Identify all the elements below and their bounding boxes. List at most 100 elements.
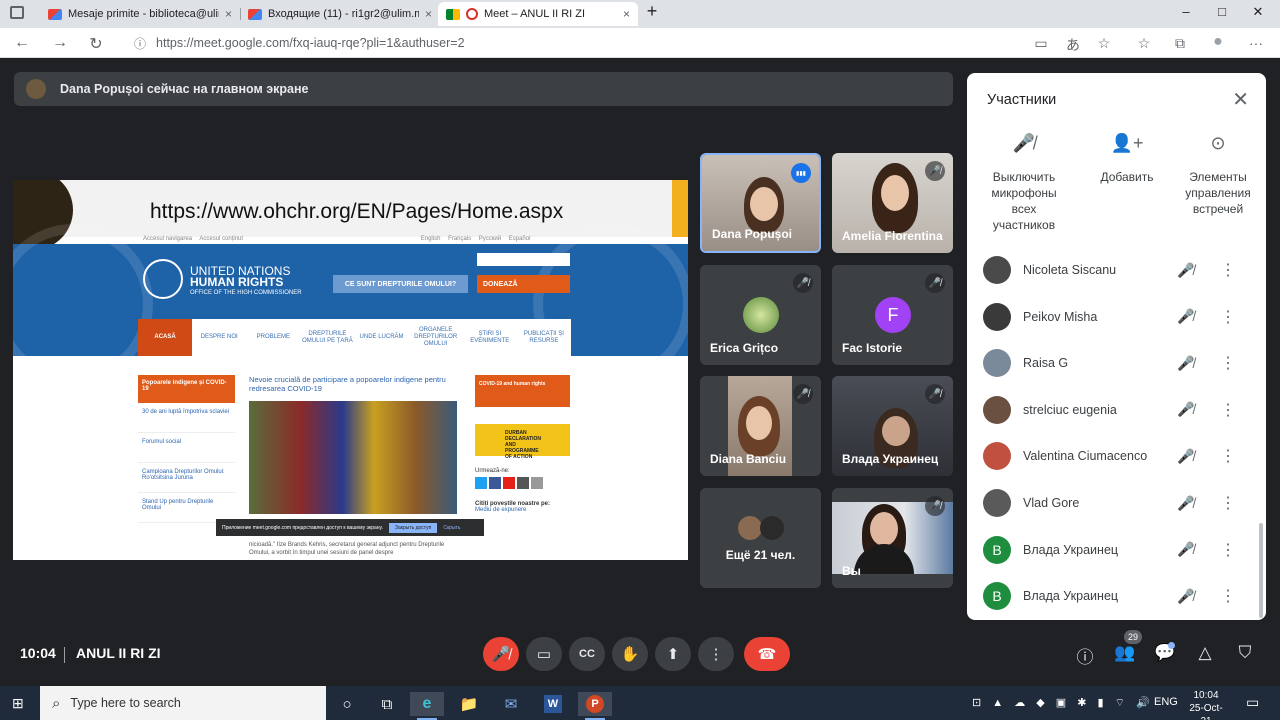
participant-row[interactable]: strelciuc eugenia 🎤̸ ⋮: [967, 387, 1266, 433]
tab-meet[interactable]: Meet – ANUL II RI ZI ×: [438, 2, 638, 26]
tab-actions-icon[interactable]: [10, 6, 24, 19]
notifications-icon[interactable]: ▭: [1246, 694, 1259, 711]
taskbar-search-box[interactable]: ⌕ Type here to search: [40, 686, 326, 720]
file-explorer-icon[interactable]: 📁: [452, 692, 486, 716]
participant-avatar: F: [875, 297, 911, 333]
mail-icon[interactable]: ✉: [494, 692, 528, 716]
tab-gmail-inbox[interactable]: Входящие (11) - ri1gr2@ulim.md ×: [240, 2, 440, 26]
tab-gmail-biblioteca[interactable]: Mesaje primite - biblioteca@ulim.md ×: [40, 2, 240, 26]
reload-button[interactable]: ↻: [86, 34, 106, 54]
maximize-button[interactable]: □: [1207, 4, 1237, 19]
more-options-button[interactable]: ⋮: [698, 637, 734, 671]
more-vert-icon[interactable]: ⋮: [1220, 400, 1236, 420]
raise-hand-button[interactable]: ✋: [612, 637, 648, 671]
mic-off-icon[interactable]: 🎤̸: [1177, 495, 1194, 512]
people-icon[interactable]: 👥: [1112, 643, 1138, 663]
leave-call-button[interactable]: ☎: [744, 637, 790, 671]
activities-icon[interactable]: △: [1192, 643, 1218, 663]
minimize-button[interactable]: –: [1171, 4, 1201, 19]
mic-off-icon[interactable]: 🎤̸: [1177, 588, 1194, 605]
self-tile[interactable]: 🎤̸ Вы: [832, 488, 953, 588]
close-window-button[interactable]: ✕: [1243, 4, 1273, 20]
participant-row[interactable]: B Влада Украинец 🎤̸ ⋮: [967, 573, 1266, 619]
participant-name: Erica Grițco: [710, 341, 779, 355]
language-indicator[interactable]: ENG: [1154, 696, 1178, 708]
forward-button[interactable]: →: [50, 34, 70, 52]
participant-tile[interactable]: 🎤̸ Erica Grițco: [700, 265, 821, 365]
windows-start-icon[interactable]: ⊞: [12, 695, 24, 712]
settings-menu-icon[interactable]: ···: [1247, 35, 1265, 51]
mic-off-icon[interactable]: 🎤̸: [1177, 541, 1194, 558]
speaking-indicator-icon: ▮▮▮: [791, 163, 811, 183]
tab-close-icon[interactable]: ×: [623, 7, 630, 21]
site-rights-button: CE SUNT DREPTURILE OMULUI?: [333, 275, 468, 293]
plus-icon: [531, 477, 543, 489]
host-controls-icon[interactable]: ⛉: [1232, 643, 1258, 663]
edge-app-icon[interactable]: e: [410, 692, 444, 720]
participant-tile[interactable]: ▮▮▮ Dana Popușoi: [700, 153, 821, 253]
mute-all-button[interactable]: 🎤̸ Выключить микрофоны всех участников: [979, 134, 1069, 233]
participant-row[interactable]: Vlad Gore 🎤̸ ⋮: [967, 480, 1266, 526]
add-favorite-icon[interactable]: ☆: [1095, 35, 1113, 52]
share-stop-button: Закрыть доступ: [388, 522, 438, 533]
taskbar-clock[interactable]: 10:04 25-Oct-21: [1184, 689, 1228, 720]
participant-row[interactable]: Raisa G 🎤̸ ⋮: [967, 340, 1266, 386]
meeting-info-icon[interactable]: ⓘ: [1072, 643, 1098, 668]
participant-name: Valentina Ciumacenco: [1023, 449, 1148, 464]
new-tab-button[interactable]: +: [637, 1, 667, 22]
more-vert-icon[interactable]: ⋮: [1220, 446, 1236, 466]
more-participants-tile[interactable]: Ещё 21 чел.: [700, 488, 821, 588]
cortana-icon[interactable]: ○: [330, 692, 364, 716]
task-view-icon[interactable]: ⧉: [370, 692, 404, 716]
powerpoint-glyph: P: [586, 695, 604, 713]
favorites-icon[interactable]: ☆: [1135, 35, 1153, 52]
back-button[interactable]: ←: [12, 34, 32, 52]
mic-off-icon[interactable]: 🎤̸: [1177, 308, 1194, 325]
present-button[interactable]: ⬆: [655, 637, 691, 671]
system-tray-icons[interactable]: ⊡ ▲ ☁ ◆ ▣ ✱ ▮ ⌔ 🔊: [972, 696, 1154, 710]
participant-tile[interactable]: 🎤̸ Amelia Florentina: [832, 153, 953, 253]
close-icon[interactable]: ✕: [1232, 87, 1249, 112]
add-people-button[interactable]: 👤+ Добавить: [1082, 134, 1172, 185]
site-info-icon[interactable]: ⓘ: [134, 35, 146, 52]
tab-close-icon[interactable]: ×: [225, 7, 232, 21]
camera-icon[interactable]: ▭: [1032, 35, 1050, 52]
mic-off-icon[interactable]: 🎤̸: [1177, 401, 1194, 418]
participant-tile[interactable]: 🎤̸ Влада Украинец: [832, 376, 953, 476]
mic-off-icon[interactable]: 🎤̸: [1177, 262, 1194, 279]
more-vert-icon[interactable]: ⋮: [1220, 493, 1236, 513]
mic-off-icon[interactable]: 🎤̸: [1177, 448, 1194, 465]
participant-row[interactable]: Peikov Misha 🎤̸ ⋮: [967, 294, 1266, 340]
participant-row[interactable]: Valentina Ciumacenco 🎤̸ ⋮: [967, 433, 1266, 479]
panel-title: Участники: [987, 92, 1057, 108]
action-label: Элементы управления встречей: [1185, 170, 1251, 216]
panel-scrollbar[interactable]: [1259, 523, 1263, 618]
clock-time: 10:04: [1193, 690, 1219, 701]
participant-tile[interactable]: 🎤̸ Diana Banciu: [700, 376, 821, 476]
powerpoint-icon[interactable]: P: [578, 692, 612, 720]
participant-row[interactable]: Nicoleta Siscanu 🎤̸ ⋮: [967, 247, 1266, 293]
participant-tile[interactable]: F 🎤̸ Fac Istorie: [832, 265, 953, 365]
captions-button[interactable]: CC: [569, 637, 605, 671]
mic-off-icon[interactable]: 🎤̸: [1177, 355, 1194, 372]
collections-icon[interactable]: ⧉: [1171, 35, 1189, 52]
translate-icon[interactable]: あ: [1064, 35, 1082, 55]
more-vert-icon[interactable]: ⋮: [1220, 540, 1236, 560]
address-bar[interactable]: ⓘ https://meet.google.com/fxq-iauq-rqe?p…: [120, 31, 1120, 55]
word-icon[interactable]: W: [536, 692, 570, 716]
action-label: Выключить микрофоны всех участников: [991, 170, 1057, 232]
more-vert-icon[interactable]: ⋮: [1220, 353, 1236, 373]
profile-avatar[interactable]: ●: [1209, 33, 1227, 51]
camera-toggle-button[interactable]: ▭: [526, 637, 562, 671]
participant-name: Vlad Gore: [1023, 496, 1080, 510]
windows-taskbar: ⊞ ⌕ Type here to search ○ ⧉ e 📁 ✉ W P ⊡ …: [0, 686, 1280, 720]
mic-toggle-button[interactable]: 🎤̸: [483, 637, 519, 671]
participant-row[interactable]: B Влада Украинец 🎤̸ ⋮: [967, 527, 1266, 573]
more-vert-icon[interactable]: ⋮: [1220, 307, 1236, 327]
host-controls-button[interactable]: ⊙ Элементы управления встречей: [1173, 134, 1263, 217]
site-right-column: COVID-19 and human rights DURBAN DECLARA…: [475, 375, 570, 513]
more-vert-icon[interactable]: ⋮: [1220, 586, 1236, 606]
tab-close-icon[interactable]: ×: [425, 7, 432, 21]
word-glyph: W: [544, 695, 562, 713]
more-vert-icon[interactable]: ⋮: [1220, 260, 1236, 280]
